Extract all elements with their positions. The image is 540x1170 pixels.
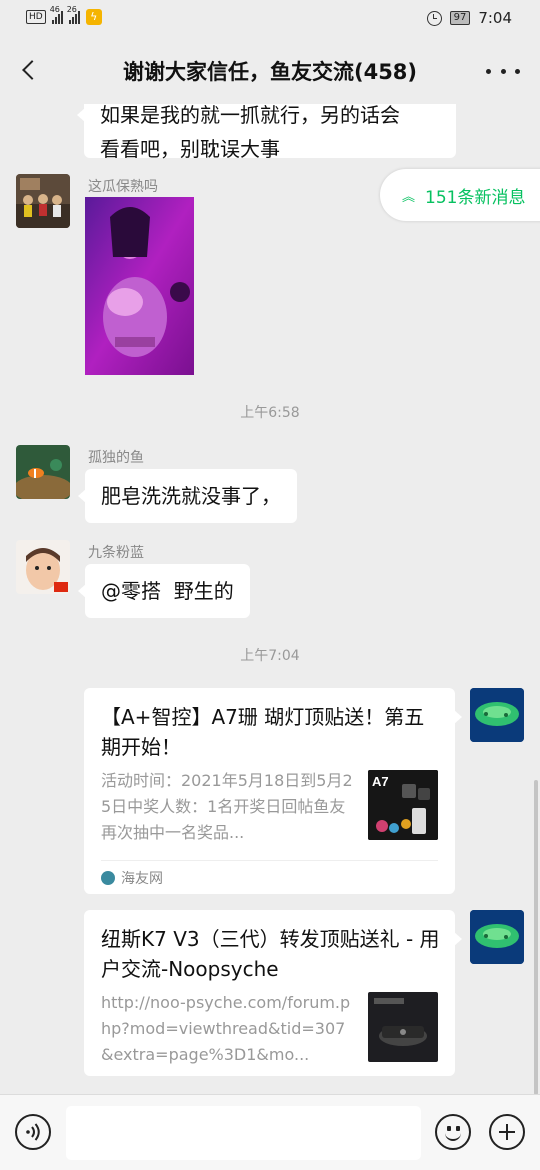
status-time: 7:04 [478,9,512,27]
voice-button[interactable] [15,1114,51,1150]
avatar[interactable] [16,540,70,594]
new-messages-button[interactable]: ︽ 151条新消息 [380,169,540,221]
app-notification-icon: ϟ [85,9,102,25]
image-message[interactable] [85,197,194,375]
source-logo-icon [101,871,115,885]
avatar[interactable] [470,910,524,964]
new-messages-label: 151条新消息 [425,187,526,208]
link-card-thumbnail [368,992,438,1062]
avatar[interactable] [470,688,524,742]
link-card[interactable]: 纽斯K7 V3（三代）转发顶贴送礼 - 用户交流-Noopsyche http:… [84,910,462,1076]
chat-title: 谢谢大家信任，鱼友交流(458) [122,60,418,84]
status-bar: HD 46 26 ϟ 97 7:04 [0,0,540,38]
svg-text:A7: A7 [372,774,389,789]
message-text-line: 如果是我的就一抓就行，另的话会 [100,104,400,127]
photo-thumbnail [85,197,194,375]
chevron-left-icon [22,60,42,80]
link-card-divider [101,860,438,861]
plus-button[interactable] [489,1114,525,1150]
back-button[interactable] [16,56,42,84]
link-card[interactable]: 【A+智控】A7珊 瑚灯顶贴送！第五期开始！ 活动时间：2021年5月18日到5… [84,688,462,894]
more-horizontal-icon [486,68,491,74]
message-text-line: 看看吧，别耽误大事 [100,137,280,161]
emoji-icon [447,1126,451,1131]
link-card-thumbnail: A7 [368,770,438,840]
message-bubble[interactable]: 肥皂洗洗就没事了， [78,469,297,523]
sender-name: 这瓜保熟吗 [88,179,158,195]
sender-name: 孤独的鱼 [88,450,144,466]
link-card-source: 海友网 [101,868,163,888]
timestamp: 上午7:04 [240,648,300,664]
timestamp: 上午6:58 [240,405,300,421]
input-bar [0,1094,540,1170]
voice-icon [26,1123,40,1141]
link-card-description: 活动时间：2021年5月18日到5月25日中奖人数：1名开奖日回帖鱼友再次抽中一… [101,771,353,842]
avatar[interactable] [16,445,70,499]
double-chevron-up-icon: ︽ [402,189,416,205]
message-bubble[interactable]: 如果是我的就一抓就行，另的话会 看看吧，别耽误大事 [77,104,456,161]
link-card-source-name: 海友网 [121,871,163,887]
battery-icon: 97 [449,11,471,25]
message-bubble[interactable]: @零搭 野生的 [78,564,250,618]
more-button[interactable] [486,58,520,84]
hd-indicator: HD [26,10,46,24]
signal-icon-2: 26 [67,5,80,24]
status-left: HD 46 26 ϟ [26,5,102,25]
message-text: 肥皂洗洗就没事了， [101,484,281,508]
chat-header: 谢谢大家信任，鱼友交流(458) [0,38,540,104]
emoji-button[interactable] [435,1114,471,1150]
signal-icon: 46 [50,5,63,24]
message-text: @零搭 野生的 [101,579,234,603]
message-input[interactable] [66,1106,421,1160]
link-card-title: 【A+智控】A7珊 瑚灯顶贴送！第五期开始！ [101,705,425,759]
status-right: 97 7:04 [426,9,512,27]
message-list[interactable]: 如果是我的就一抓就行，另的话会 看看吧，别耽误大事 ︽ 151条新消息 这瓜保熟… [0,104,540,1094]
alarm-icon [426,10,442,26]
scrollbar[interactable] [534,780,538,1095]
link-card-title: 纽斯K7 V3（三代）转发顶贴送礼 - 用户交流-Noopsyche [101,927,440,981]
link-card-description: http://noo-psyche.com/forum.php?mod=view… [101,993,351,1064]
avatar[interactable] [16,174,70,228]
sender-name: 九条粉蓝 [88,545,144,561]
